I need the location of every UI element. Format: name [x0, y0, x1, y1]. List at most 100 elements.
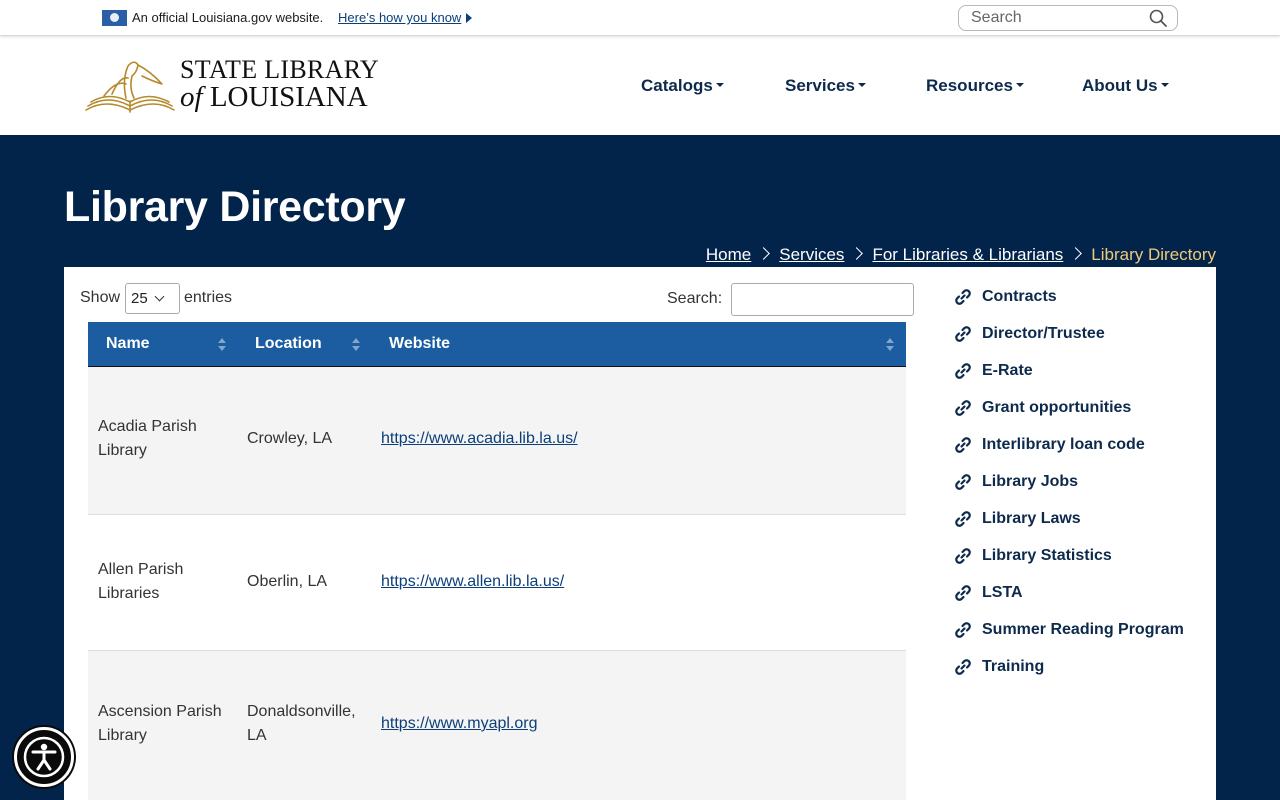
search-icon[interactable]	[1149, 9, 1167, 32]
table-search-input[interactable]	[731, 283, 914, 316]
table-row: Ascension Parish Library Donaldsonville,…	[88, 651, 906, 800]
library-website-link[interactable]: https://www.allen.lib.la.us/	[381, 573, 564, 590]
link-icon	[954, 621, 972, 644]
sidebar-link-label: E-Rate	[982, 362, 1033, 379]
library-website-link[interactable]: https://www.acadia.lib.la.us/	[381, 430, 578, 447]
logo-text-louisiana-word: LOUISIANA	[209, 81, 368, 113]
caret-down-icon	[857, 83, 866, 87]
site-header: STATE LIBRARY of LOUISIANA Catalogs Serv…	[0, 36, 1280, 135]
entries-label: entries	[184, 289, 233, 306]
nav-resources-label: Resources	[926, 76, 1013, 95]
location-line: Donaldsonville,	[247, 703, 356, 720]
cell-name: Ascension Parish Library	[98, 700, 222, 748]
caret-right-icon	[466, 13, 472, 23]
location-line: LA	[247, 727, 267, 744]
sidebar-link-library-statistics[interactable]: Library Statistics	[954, 544, 1204, 581]
table-header-row: Name Location Website	[88, 322, 906, 367]
table-row: Acadia Parish Library Crowley, LA https:…	[88, 367, 906, 515]
breadcrumb-home[interactable]: Home	[706, 245, 751, 264]
nav-catalogs-label: Catalogs	[641, 76, 713, 95]
sidebar-link-interlibrary-loan-code[interactable]: Interlibrary loan code	[954, 433, 1204, 470]
column-header-name[interactable]: Name	[106, 335, 150, 353]
sidebar-link-label: Library Jobs	[982, 473, 1079, 490]
cell-name: Acadia Parish Library	[98, 415, 197, 463]
cell-website: https://www.myapl.org	[381, 712, 538, 736]
library-name-line: Ascension Parish	[98, 703, 222, 720]
page-title: Library Directory	[64, 183, 406, 231]
sort-icon[interactable]	[352, 338, 360, 352]
sidebar-link-director-trustee[interactable]: Director/Trustee	[954, 322, 1204, 359]
site-search	[958, 5, 1178, 31]
nav-services-label: Services	[785, 76, 855, 95]
library-name-line: Library	[98, 727, 147, 744]
cell-location: Donaldsonville, LA	[247, 700, 356, 748]
library-name-line: Acadia Parish	[98, 418, 197, 435]
link-icon	[954, 362, 972, 385]
cell-website: https://www.acadia.lib.la.us/	[381, 427, 578, 451]
nav-catalogs[interactable]: Catalogs	[641, 76, 724, 96]
logo-text-louisiana: of LOUISIANA	[180, 81, 368, 114]
entries-select-value: 25	[131, 290, 148, 307]
cell-name: Allen Parish Libraries	[98, 558, 183, 606]
chevron-right-icon	[757, 247, 771, 260]
link-icon	[954, 658, 972, 681]
cell-location: Oberlin, LA	[247, 570, 327, 594]
breadcrumb-services[interactable]: Services	[779, 245, 844, 264]
nav-services[interactable]: Services	[785, 76, 866, 96]
sidebar-link-contracts[interactable]: Contracts	[954, 285, 1204, 322]
column-header-website[interactable]: Website	[389, 335, 450, 353]
louisiana-flag-icon	[102, 10, 127, 26]
location-line: Crowley, LA	[247, 430, 333, 447]
sort-icon[interactable]	[218, 338, 226, 352]
library-name-line: Library	[98, 442, 147, 459]
library-directory-table: Name Location Website Acadia Parish Libr…	[88, 322, 906, 800]
caret-down-icon	[1160, 83, 1169, 87]
breadcrumb-current: Library Directory	[1091, 245, 1216, 264]
breadcrumb-for-libraries[interactable]: For Libraries & Librarians	[872, 245, 1063, 264]
breadcrumb: Home Services For Libraries & Librarians Li…	[706, 245, 1216, 265]
cell-website: https://www.allen.lib.la.us/	[381, 570, 564, 594]
main-content-card: Show 25 entries Search: Name Location We…	[64, 267, 1216, 800]
official-gov-banner: An official Louisiana.gov website. Here’…	[0, 0, 1280, 36]
library-name-line: Allen Parish	[98, 561, 184, 578]
sidebar-link-e-rate[interactable]: E-Rate	[954, 359, 1204, 396]
site-search-input[interactable]	[959, 6, 1139, 30]
library-name-line: Libraries	[98, 585, 160, 602]
sidebar-link-lsta[interactable]: LSTA	[954, 581, 1204, 618]
related-links-sidebar: Contracts Director/Trustee E-Rate Grant …	[954, 285, 1204, 692]
chevron-right-icon	[850, 247, 864, 260]
show-label: Show	[80, 289, 121, 306]
table-search-label: Search:	[667, 290, 723, 307]
sidebar-link-library-jobs[interactable]: Library Jobs	[954, 470, 1204, 507]
chevron-right-icon	[1069, 247, 1083, 260]
caret-down-icon	[1015, 83, 1024, 87]
sidebar-link-label: Training	[982, 658, 1045, 675]
sidebar-link-summer-reading-program[interactable]: Summer Reading Program	[954, 618, 1204, 655]
sidebar-link-library-laws[interactable]: Library Laws	[954, 507, 1204, 544]
sidebar-link-label: Interlibrary loan code	[982, 436, 1145, 453]
sidebar-link-label: LSTA	[982, 584, 1023, 601]
location-line: Oberlin, LA	[247, 573, 328, 590]
state-library-logo[interactable]: STATE LIBRARY of LOUISIANA	[82, 54, 379, 116]
link-icon	[954, 325, 972, 348]
accessibility-menu-button[interactable]	[14, 727, 74, 787]
accessibility-icon	[23, 736, 65, 778]
sidebar-link-training[interactable]: Training	[954, 655, 1204, 692]
heres-how-you-know-link[interactable]: Here’s how you know	[338, 10, 461, 25]
logo-text-of: of	[180, 81, 203, 113]
link-icon	[954, 473, 972, 496]
column-header-location[interactable]: Location	[255, 335, 322, 353]
nav-about-us-label: About Us	[1082, 76, 1158, 95]
nav-about-us[interactable]: About Us	[1082, 76, 1169, 96]
sort-icon[interactable]	[886, 338, 894, 352]
caret-down-icon	[715, 83, 724, 87]
sidebar-link-label: Summer Reading Program	[982, 621, 1184, 638]
entries-per-page-select[interactable]: 25	[125, 283, 180, 314]
cell-location: Crowley, LA	[247, 427, 332, 451]
nav-resources[interactable]: Resources	[926, 76, 1024, 96]
library-website-link[interactable]: https://www.myapl.org	[381, 715, 538, 732]
link-icon	[954, 288, 972, 311]
chevron-down-icon	[154, 291, 165, 302]
sidebar-link-grant-opportunities[interactable]: Grant opportunities	[954, 396, 1204, 433]
link-icon	[954, 584, 972, 607]
